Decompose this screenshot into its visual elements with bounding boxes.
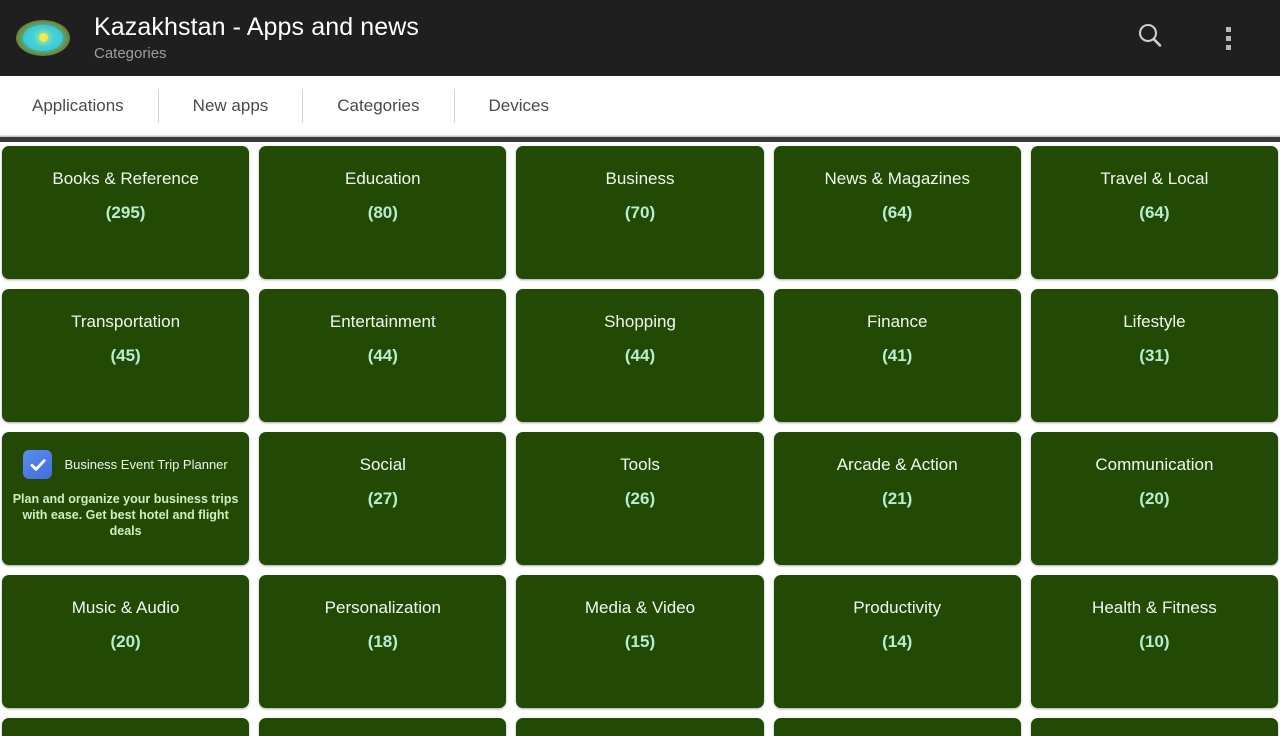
category-count: (45) [110, 346, 141, 365]
tab-bar: Applications New apps Categories Devices [0, 76, 1280, 136]
category-tile[interactable]: Music & Audio (20) [2, 575, 250, 708]
category-tile[interactable]: Finance (41) [773, 289, 1021, 422]
category-tile[interactable]: Health & Fitness (10) [1030, 575, 1279, 708]
overflow-menu-button[interactable] [1204, 14, 1252, 62]
category-count: (44) [624, 346, 656, 365]
category-tile[interactable]: Education (80) [259, 146, 507, 279]
category-tile[interactable]: News & Magazines (64) [773, 146, 1021, 279]
header-actions [1126, 14, 1266, 62]
blue-checkmark-icon [23, 450, 53, 479]
category-name: Health & Fitness [1092, 598, 1217, 617]
category-count: (14) [882, 632, 913, 651]
category-tile[interactable]: Entertainment (44) [259, 289, 507, 422]
category-name: Transportation [71, 312, 181, 331]
category-row [0, 718, 1280, 736]
category-name: Arcade & Action [836, 455, 958, 474]
category-tile[interactable]: Social (27) [259, 432, 507, 565]
category-count: (18) [367, 632, 398, 651]
category-row: Books & Reference (295) Education (80) B… [0, 146, 1280, 289]
category-name: Entertainment [329, 312, 436, 331]
ad-header: Business Event Trip Planner [17, 450, 233, 479]
tab-new-apps[interactable]: New apps [159, 87, 303, 125]
category-count: (26) [624, 489, 656, 508]
ad-title: Business Event Trip Planner [64, 456, 228, 472]
category-count: (20) [110, 632, 141, 651]
app-header: Kazakhstan - Apps and news Categories [0, 0, 1280, 76]
category-tile[interactable]: Business (70) [516, 146, 764, 279]
page-subtitle: Categories [94, 45, 167, 62]
category-tile[interactable]: Personalization (18) [259, 575, 507, 708]
category-name: Lifestyle [1123, 312, 1186, 331]
category-count: (64) [1139, 203, 1170, 222]
category-count: (27) [367, 489, 398, 508]
category-tile[interactable]: Travel & Local (64) [1030, 146, 1279, 279]
category-tile[interactable]: Productivity (14) [773, 575, 1021, 708]
category-name: Personalization [324, 598, 441, 617]
category-count: (64) [882, 203, 913, 222]
category-tile[interactable]: Lifestyle (31) [1030, 289, 1279, 422]
category-name: News & Magazines [824, 169, 970, 188]
category-name: Business [605, 169, 675, 188]
page-title: Kazakhstan - Apps and news [94, 13, 420, 41]
category-name: Social [359, 455, 406, 474]
category-tile[interactable] [2, 718, 250, 736]
category-name: Productivity [853, 598, 942, 617]
category-tile[interactable] [1030, 718, 1279, 736]
category-grid: Books & Reference (295) Education (80) B… [0, 142, 1280, 736]
category-name: Music & Audio [71, 598, 180, 617]
category-row: Transportation (45) Entertainment (44) S… [0, 289, 1280, 432]
kazakhstan-flag-oval-icon [14, 16, 72, 60]
category-count: (21) [882, 489, 913, 508]
category-name: Books & Reference [52, 169, 199, 188]
category-tile[interactable]: Communication (20) [1030, 432, 1279, 565]
category-tile[interactable]: Arcade & Action (21) [773, 432, 1021, 565]
category-tile[interactable]: Transportation (45) [2, 289, 250, 422]
category-count: (10) [1139, 632, 1170, 651]
ad-tile[interactable]: Business Event Trip Planner Plan and org… [2, 432, 250, 565]
category-count: (70) [624, 203, 656, 222]
category-tile[interactable] [516, 718, 764, 736]
category-count: (44) [367, 346, 398, 365]
category-tile[interactable]: Tools (26) [516, 432, 764, 565]
category-tile[interactable] [259, 718, 507, 736]
category-count: (15) [624, 632, 656, 651]
tab-devices[interactable]: Devices [455, 87, 583, 125]
overflow-menu-icon [1225, 26, 1231, 50]
category-name: Travel & Local [1100, 169, 1209, 188]
category-tile[interactable]: Books & Reference (295) [2, 146, 250, 279]
header-titles: Kazakhstan - Apps and news Categories [94, 12, 419, 64]
category-tile[interactable]: Media & Video (15) [516, 575, 764, 708]
category-count: (295) [105, 203, 146, 222]
category-count: (41) [882, 346, 913, 365]
category-tile[interactable] [773, 718, 1021, 736]
category-count: (80) [367, 203, 398, 222]
ad-description: Plan and organize your business trips wi… [12, 492, 239, 538]
logo-sun [39, 33, 48, 42]
category-row: Music & Audio (20) Personalization (18) … [0, 575, 1280, 718]
tab-categories[interactable]: Categories [303, 87, 453, 125]
category-name: Finance [866, 312, 928, 331]
search-icon [1134, 20, 1166, 57]
category-tile[interactable]: Shopping (44) [516, 289, 764, 422]
category-count: (31) [1139, 346, 1170, 365]
category-name: Communication [1095, 455, 1214, 474]
category-name: Tools [620, 455, 660, 474]
category-count: (20) [1139, 489, 1170, 508]
tab-applications[interactable]: Applications [14, 87, 158, 125]
category-name: Media & Video [584, 598, 696, 617]
category-row: Business Event Trip Planner Plan and org… [0, 432, 1280, 575]
category-name: Education [344, 169, 421, 188]
search-button[interactable] [1126, 14, 1174, 62]
category-name: Shopping [604, 312, 676, 331]
